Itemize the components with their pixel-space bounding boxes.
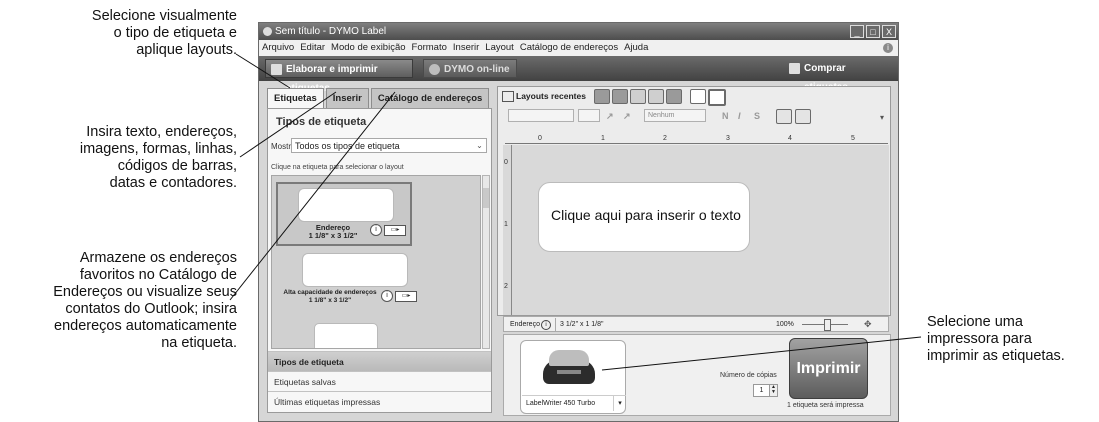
font-select[interactable]	[508, 109, 574, 122]
close-button[interactable]: X	[882, 25, 896, 38]
font-shrink-icon[interactable]: ↗	[623, 111, 631, 122]
print-count-note: 1 etiqueta será impressa	[787, 402, 864, 409]
callout-printer: Selecione uma impressora para imprimir a…	[927, 314, 1065, 364]
callout-insert: Insira texto, endereços, imagens, formas…	[79, 124, 237, 191]
print-button[interactable]: Imprimir	[789, 338, 868, 399]
callout-select-label-type: Selecione visualmente o tipo de etiqueta…	[91, 8, 237, 58]
scroll-thumb[interactable]	[483, 188, 489, 208]
label-preview	[302, 253, 408, 287]
align-left-icon[interactable]	[776, 109, 792, 124]
select-hint: Clique na etiqueta para selecionar o lay…	[271, 164, 404, 171]
fit-to-window-icon[interactable]: ✥	[864, 319, 874, 329]
text-box-icon[interactable]	[690, 89, 706, 104]
print-icon[interactable]	[612, 89, 628, 104]
label-text-area[interactable]: Clique aqui para inserir o texto	[538, 182, 750, 252]
panel-heading: Tipos de etiqueta	[276, 116, 367, 128]
info-icon[interactable]: i	[541, 320, 551, 330]
label-size-status: 3 1/2" x 1 1/8"	[555, 318, 604, 332]
placeholder-text: Clique aqui para inserir o texto	[551, 207, 741, 223]
layouts-icon	[502, 91, 514, 102]
copies-label: Número de cópias	[720, 372, 777, 379]
accordion-last-printed[interactable]: Últimas etiquetas impressas	[268, 391, 491, 411]
undo-icon[interactable]	[648, 89, 664, 104]
tab-catalogo[interactable]: Catálogo de endereços	[370, 88, 490, 108]
main-toolbar: Elaborar e imprimir etiquetas DYMO on-li…	[259, 56, 898, 94]
label-canvas[interactable]: 0 1 2 Clique aqui para inserir o texto	[503, 145, 889, 315]
shadow-button[interactable]: S	[754, 111, 760, 121]
menu-inserir[interactable]: Inserir	[450, 40, 482, 56]
recent-layouts-button[interactable]: Layouts recentes	[502, 91, 586, 102]
tab-etiquetas[interactable]: Etiquetas	[267, 88, 324, 108]
left-tabs: Etiquetas Inserir Catálogo de endereços	[267, 88, 490, 108]
label-type-filter-select[interactable]: Todos os tipos de etiqueta ⌄	[291, 138, 487, 153]
printer-select[interactable]: LabelWriter 450 Turbo ▾	[522, 395, 626, 411]
accordion-saved-labels[interactable]: Etiquetas salvas	[268, 371, 491, 391]
label-icon	[271, 64, 282, 75]
zoom-level: 100%	[776, 321, 794, 328]
menu-ajuda[interactable]: Ajuda	[621, 40, 651, 56]
font-size-select[interactable]	[578, 109, 600, 122]
editor-status-bar: Endereço i 3 1/2" x 1 1/8" 100% ✥	[503, 316, 889, 332]
tab-inserir[interactable]: Inserir	[325, 88, 369, 108]
dymo-window: Sem título - DYMO Label _ □ X Arquivo Edi…	[258, 22, 899, 422]
paste-icon[interactable]	[630, 89, 646, 104]
print-preview-icon[interactable]: ▭▸	[384, 225, 406, 236]
effect-select[interactable]: Nenhum	[644, 109, 706, 122]
zoom-slider-handle[interactable]	[824, 319, 831, 331]
copy-icon[interactable]	[666, 89, 682, 104]
title-bar: Sem título - DYMO Label _ □ X	[259, 23, 898, 40]
label-types-panel: Tipos de etiqueta Mostrar Todos os tipos…	[267, 108, 492, 413]
toolbar-expand-icon[interactable]: ▾	[880, 113, 884, 122]
menu-catalogo[interactable]: Catálogo de endereços	[517, 40, 621, 56]
minimize-button[interactable]: _	[850, 25, 864, 38]
maximize-button[interactable]: □	[866, 25, 880, 38]
chevron-down-icon: ▾	[613, 396, 626, 411]
printer-icon	[543, 348, 595, 386]
menu-formato[interactable]: Formato	[409, 40, 450, 56]
printer-selector[interactable]: LabelWriter 450 Turbo ▾	[520, 340, 626, 414]
font-grow-icon[interactable]: ↗	[606, 111, 614, 122]
label-preview	[298, 188, 394, 222]
accordion-label-types[interactable]: Tipos de etiqueta	[268, 351, 491, 371]
print-preview-icon[interactable]: ▭▸	[395, 291, 417, 302]
copies-input[interactable]: 1	[753, 384, 770, 397]
label-item-partial[interactable]	[314, 323, 378, 348]
copies-stepper[interactable]: ▲ ▼	[769, 384, 778, 397]
label-type-status: Endereço	[510, 321, 540, 328]
menu-layout[interactable]: Layout	[482, 40, 517, 56]
menu-arquivo[interactable]: Arquivo	[259, 40, 297, 56]
align-right-icon[interactable]	[795, 109, 811, 124]
dymo-online-button[interactable]: DYMO on-line	[423, 59, 517, 78]
chevron-down-icon: ⌄	[476, 141, 483, 150]
menu-editar[interactable]: Editar	[297, 40, 328, 56]
italic-button[interactable]: I	[738, 111, 741, 121]
text-box-selected-icon[interactable]	[708, 89, 726, 106]
window-controls: _ □ X	[850, 25, 896, 38]
cart-icon	[789, 63, 800, 74]
menu-modo-exibicao[interactable]: Modo de exibição	[328, 40, 408, 56]
print-area: LabelWriter 450 Turbo ▾ Número de cópias…	[503, 334, 891, 416]
globe-icon	[429, 64, 440, 75]
menu-bar: Arquivo Editar Modo de exibição Formato Inse…	[259, 40, 898, 57]
info-icon[interactable]: i	[370, 224, 382, 236]
bold-button[interactable]: N	[722, 111, 729, 121]
design-print-button[interactable]: Elaborar e imprimir etiquetas	[265, 59, 413, 94]
horizontal-ruler: 0 1 2 3 4 5	[505, 135, 888, 144]
help-icon[interactable]: i	[883, 43, 893, 53]
save-icon[interactable]	[594, 89, 610, 104]
label-list: Endereço 1 1/8" x 3 1/2" i ▭▸ Alta capac…	[271, 175, 481, 349]
window-title: Sem título - DYMO Label	[275, 26, 387, 37]
info-icon[interactable]: i	[381, 290, 393, 302]
vertical-ruler: 0 1 2	[503, 145, 512, 315]
app-icon	[263, 27, 272, 36]
callout-address-book: Armazene os endereços favoritos no Catál…	[53, 250, 237, 351]
label-list-scrollbar[interactable]	[482, 175, 490, 349]
label-item-endereco[interactable]: Endereço 1 1/8" x 3 1/2" i ▭▸	[276, 182, 412, 246]
buy-labels-button[interactable]: Comprar etiquetas	[784, 59, 892, 93]
